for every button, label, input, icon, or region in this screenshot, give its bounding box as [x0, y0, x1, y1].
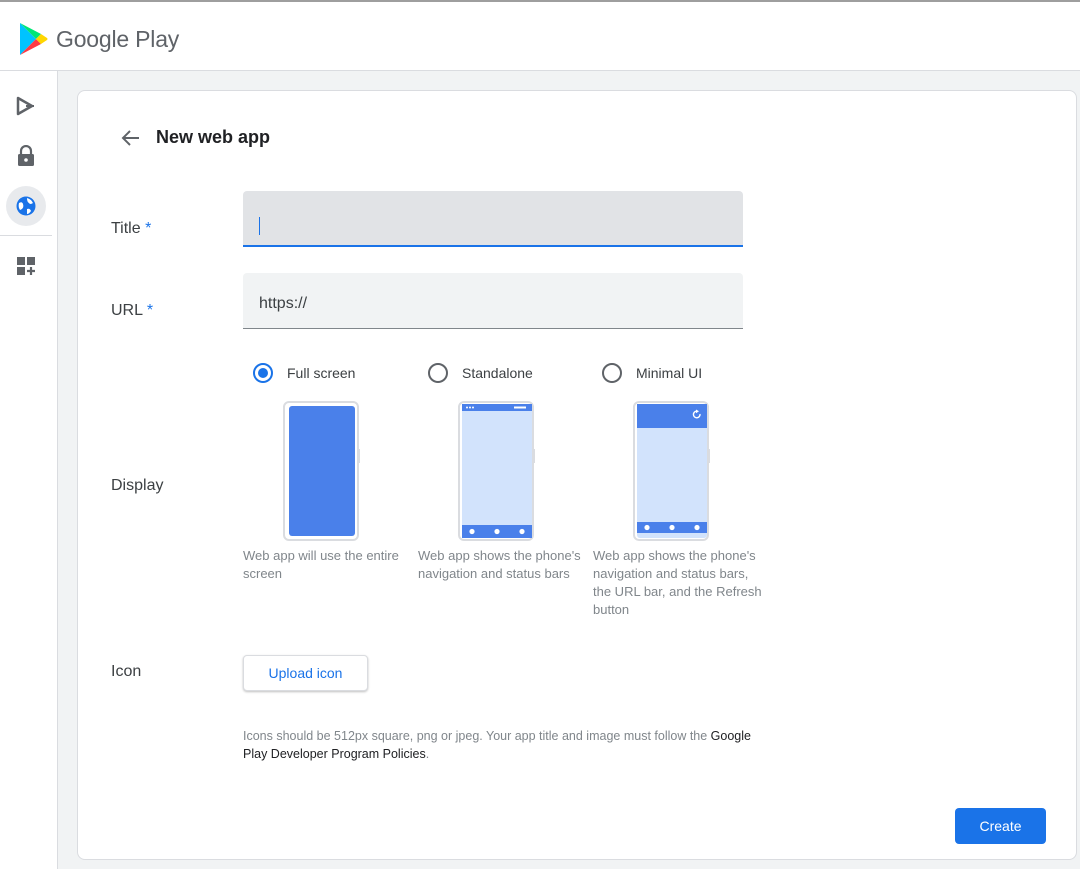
- play-console-icon: [16, 96, 34, 116]
- url-label-text: URL: [111, 302, 143, 319]
- sidebar-item-web-apps[interactable]: [6, 186, 46, 226]
- title-input[interactable]: [243, 191, 743, 245]
- display-option-full-screen[interactable]: Full screen: [253, 363, 355, 383]
- option-label-standalone: Standalone: [462, 365, 533, 381]
- google-play-logo[interactable]: Google Play: [18, 22, 179, 56]
- url-field[interactable]: [243, 273, 743, 329]
- radio-minimal-ui[interactable]: [602, 363, 622, 383]
- page-title: New web app: [156, 127, 271, 147]
- display-label: Display: [111, 477, 164, 494]
- icon-note-end: .: [425, 747, 430, 761]
- standalone-phone-illustration: [458, 401, 535, 541]
- icon-requirements-note: Icons should be 512px square, png or jpe…: [243, 727, 763, 763]
- back-button[interactable]: [118, 125, 144, 151]
- title-label: Title *: [111, 220, 151, 238]
- sidebar-item-apps[interactable]: [6, 86, 46, 126]
- minimal-ui-description: Web app shows the phone's navigation and…: [593, 548, 762, 617]
- new-web-app-card: New web app Title * URL * Display Full s…: [77, 90, 1077, 860]
- url-input[interactable]: [243, 273, 743, 328]
- logo-text: Google Play: [56, 25, 180, 52]
- create-button[interactable]: Create: [955, 808, 1046, 844]
- title-label-text: Title: [111, 220, 141, 237]
- icon-label: Icon: [111, 663, 142, 680]
- arrow-back-icon: [121, 130, 139, 146]
- url-label: URL *: [111, 302, 153, 320]
- globe-icon: [16, 196, 36, 216]
- icon-note-text: Icons should be 512px square, png or jpe…: [243, 729, 711, 743]
- lock-icon: [18, 145, 34, 166]
- full-screen-phone-illustration: [283, 401, 360, 541]
- top-app-bar: Google Play: [0, 0, 1080, 71]
- display-option-minimal-ui[interactable]: Minimal UI: [602, 363, 702, 383]
- required-mark: *: [145, 220, 152, 237]
- text-caret: [259, 217, 260, 235]
- minimal-ui-phone-illustration: [633, 401, 710, 541]
- standalone-description: Web app shows the phone's navigation and…: [418, 548, 581, 581]
- option-label-full-screen: Full screen: [287, 365, 356, 381]
- option-label-minimal-ui: Minimal UI: [636, 365, 703, 381]
- display-option-standalone[interactable]: Standalone: [428, 363, 533, 383]
- sidebar-item-add-apps[interactable]: [6, 246, 46, 286]
- radio-full-screen[interactable]: [253, 363, 273, 383]
- upload-icon-button[interactable]: Upload icon: [243, 655, 368, 691]
- add-apps-icon: [17, 257, 35, 275]
- title-field[interactable]: [243, 191, 743, 247]
- radio-standalone[interactable]: [428, 363, 448, 383]
- play-logo-icon: [20, 23, 48, 55]
- sidebar: [0, 71, 58, 869]
- required-mark: *: [146, 302, 154, 319]
- full-screen-description: Web app will use the entire screen: [243, 548, 399, 581]
- sidebar-divider: [0, 235, 52, 236]
- sidebar-item-security[interactable]: [6, 136, 46, 176]
